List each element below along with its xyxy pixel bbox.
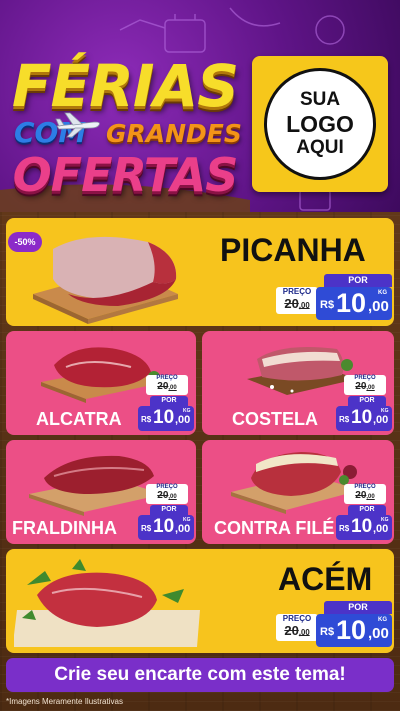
unit-kg: KG [381,408,389,414]
cta-button[interactable]: Crie seu encarte com este tema! [6,658,394,692]
price-dec: ,00 [368,625,389,642]
product-card-alcatra[interactable]: ALCATRA PREÇO 20,00 POR R$ 10 ,00 KG [6,331,196,435]
unit-kg: KG [381,517,389,523]
header-banner: FÉRIAS COM GRANDES OFERTAS SUA LOGO AQUI [0,0,400,212]
discount-badge: -50% [8,232,42,252]
currency: R$ [141,524,152,533]
price-main: R$ 10 ,00 KG [336,515,392,540]
price-int: 10 [351,516,373,537]
price-dec: ,00 [175,523,191,535]
price-dec: ,00 [368,298,389,315]
unit-kg: KG [378,290,387,296]
old-price-dec: ,00 [366,494,375,500]
old-price-dec: ,00 [168,494,177,500]
old-price-int: 20 [284,623,299,638]
price-tag: PREÇO 20,00 POR R$ 10 ,00 KG [138,375,194,433]
price-main: R$ 10 ,00 KG [316,614,392,647]
price-main: R$ 10 ,00 KG [138,406,194,431]
product-name: FRALDINHA [12,518,117,538]
old-price-int: 20 [284,296,299,311]
old-price: PREÇO 20,00 [146,484,188,504]
old-price-value: 20,00 [276,296,318,311]
logo-text-logo: LOGO [286,110,354,137]
price-tag: PREÇO 20,00 POR R$ 10 ,00 KG [138,484,194,542]
logo-placeholder: SUA LOGO AQUI [252,56,388,192]
product-card-picanha[interactable]: PICANHA POR PREÇO 20,00 R$ 10 ,00 KG [6,218,394,326]
old-price-int: 20 [157,490,169,501]
title-grandes: GRANDES [106,119,242,148]
por-label: POR [324,601,392,614]
product-card-contra-file[interactable]: CONTRA FILÉ PREÇO 20,00 POR R$ 10 ,00 KG [202,440,394,544]
title-ofertas: OFERTAS [12,148,239,202]
old-price-dec: ,00 [366,385,375,391]
logo-text-sua: SUA [299,88,341,110]
airplane-icon [55,112,100,138]
acem-image [14,559,200,647]
preco-label: PREÇO [282,287,312,296]
por-label: POR [348,396,386,406]
product-card-fraldinha[interactable]: FRALDINHA PREÇO 20,00 POR R$ 10 ,00 KG [6,440,196,544]
unit-kg: KG [378,617,387,623]
old-price: PREÇO 20,00 [276,614,318,641]
old-price: PREÇO 20,00 [344,484,386,504]
old-price-int: 20 [157,381,169,392]
old-price-value: 20,00 [276,623,318,638]
old-price-dec: ,00 [298,301,310,310]
price-main: R$ 10 ,00 KG [138,515,194,540]
price-tag: POR PREÇO 20,00 R$ 10 ,00 KG [276,274,392,322]
product-name: CONTRA FILÉ [214,518,335,538]
por-label: POR [348,505,386,515]
currency: R$ [339,415,350,424]
old-price-value: 20,00 [344,381,386,392]
logo-text-aqui: AQUI [296,137,344,159]
price-int: 10 [336,288,367,318]
unit-kg: KG [183,517,191,523]
price-tag: PREÇO 20,00 POR R$ 10 ,00 KG [336,484,392,542]
price-main: R$ 10 ,00 KG [316,287,392,320]
product-name: ACÉM [278,561,373,597]
currency: R$ [320,299,335,311]
price-tag: PREÇO 20,00 POR R$ 10 ,00 KG [336,375,392,433]
product-name: PICANHA [220,232,366,268]
product-name: ALCATRA [36,409,122,429]
price-main: R$ 10 ,00 KG [336,406,392,431]
old-price-dec: ,00 [168,385,177,391]
currency: R$ [141,415,152,424]
price-tag: POR PREÇO 20,00 R$ 10 ,00 KG [276,601,392,649]
por-label: POR [150,396,188,406]
preco-label: PREÇO [282,614,312,623]
old-price-value: 20,00 [344,490,386,501]
old-price-value: 20,00 [146,381,188,392]
price-int: 10 [153,407,175,428]
por-label: POR [150,505,188,515]
price-dec: ,00 [373,414,389,426]
product-card-costela[interactable]: COSTELA PREÇO 20,00 POR R$ 10 ,00 KG [202,331,394,435]
product-card-acem[interactable]: ACÉM POR PREÇO 20,00 R$ 10 ,00 KG [6,549,394,653]
old-price-int: 20 [355,381,367,392]
old-price-dec: ,00 [298,628,310,637]
disclaimer: *Imagens Meramente Ilustrativas [6,697,123,706]
old-price-value: 20,00 [146,490,188,501]
picanha-image [33,236,178,324]
old-price: PREÇO 20,00 [344,375,386,395]
unit-kg: KG [183,408,191,414]
old-price: PREÇO 20,00 [146,375,188,395]
title-ferias: FÉRIAS [11,52,239,120]
currency: R$ [339,524,350,533]
price-int: 10 [336,615,367,645]
old-price-int: 20 [355,490,367,501]
price-int: 10 [153,516,175,537]
price-dec: ,00 [175,414,191,426]
price-dec: ,00 [373,523,389,535]
logo-circle: SUA LOGO AQUI [264,68,376,180]
product-name: COSTELA [232,409,319,429]
por-label: POR [324,274,392,287]
price-int: 10 [351,407,373,428]
old-price: PREÇO 20,00 [276,287,318,314]
currency: R$ [320,626,335,638]
